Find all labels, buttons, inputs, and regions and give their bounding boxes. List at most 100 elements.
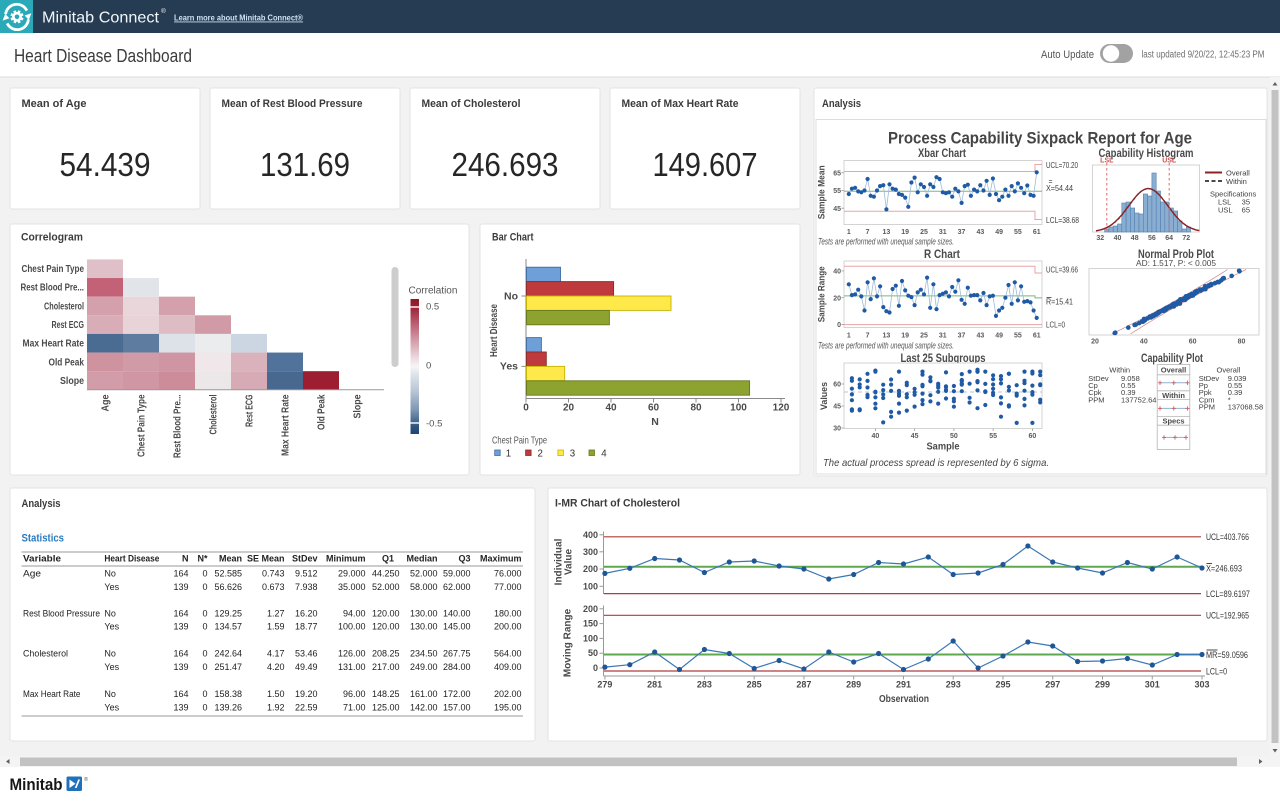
svg-text:299: 299 (1095, 680, 1110, 690)
svg-text:157.00: 157.00 (443, 702, 471, 712)
svg-text:53.46: 53.46 (295, 649, 318, 659)
svg-text:Yes: Yes (104, 662, 119, 672)
svg-text:200: 200 (583, 604, 598, 614)
svg-text:Bar Chart: Bar Chart (492, 232, 534, 244)
svg-text:Old Peak: Old Peak (317, 394, 328, 430)
svg-text:56.626: 56.626 (214, 582, 242, 592)
svg-text:I-MR Chart of Cholesterol: I-MR Chart of Cholesterol (555, 498, 680, 510)
svg-text:N*: N* (197, 554, 207, 564)
svg-text:72: 72 (1182, 235, 1190, 242)
svg-text:50: 50 (950, 433, 958, 440)
svg-text:0: 0 (837, 322, 841, 329)
svg-text:45: 45 (833, 206, 841, 213)
svg-text:131.00: 131.00 (338, 662, 366, 672)
svg-text:Old Peak: Old Peak (49, 357, 85, 368)
svg-text:16.20: 16.20 (295, 608, 318, 618)
svg-text:54.439: 54.439 (60, 146, 151, 183)
svg-text:1.92: 1.92 (267, 702, 285, 712)
svg-text:31: 31 (939, 332, 947, 339)
svg-text:195.00: 195.00 (494, 702, 522, 712)
svg-text:Mean of Age: Mean of Age (22, 98, 87, 110)
svg-text:7: 7 (866, 332, 870, 339)
svg-text:164: 164 (173, 689, 188, 699)
svg-text:43: 43 (976, 229, 984, 236)
svg-text:0.743: 0.743 (262, 568, 285, 578)
svg-text:No: No (504, 290, 518, 302)
svg-text:44.250: 44.250 (372, 568, 400, 578)
svg-text:289: 289 (846, 680, 861, 690)
svg-text:Heart Disease: Heart Disease (488, 304, 500, 357)
svg-text:Learn more about Minitab Conne: Learn more about Minitab Connect® (174, 13, 304, 23)
svg-text:3: 3 (570, 449, 575, 460)
svg-text:Rest ECG: Rest ECG (245, 394, 256, 427)
svg-text:29.000: 29.000 (338, 568, 366, 578)
svg-text:Max Heart Rate: Max Heart Rate (281, 394, 292, 456)
svg-text:59.000: 59.000 (443, 568, 471, 578)
svg-text:Minitab Connect: Minitab Connect (42, 10, 160, 27)
svg-text:Slope: Slope (353, 394, 364, 418)
svg-text:Within: Within (1226, 177, 1247, 186)
svg-text:Minimum: Minimum (326, 554, 366, 564)
svg-text:58.000: 58.000 (410, 582, 438, 592)
svg-text:19: 19 (901, 332, 909, 339)
svg-text:77.000: 77.000 (494, 582, 522, 592)
svg-text:37: 37 (958, 229, 966, 236)
svg-text:164: 164 (173, 649, 188, 659)
svg-text:Chest Pain Type: Chest Pain Type (492, 435, 547, 447)
svg-text:293: 293 (946, 680, 961, 690)
svg-text:Yes: Yes (104, 582, 119, 592)
svg-text:49: 49 (995, 332, 1003, 339)
svg-text:80: 80 (690, 403, 702, 414)
svg-text:287: 287 (796, 680, 811, 690)
svg-text:=: = (1049, 179, 1053, 186)
svg-text:100: 100 (730, 403, 747, 414)
svg-text:1: 1 (847, 229, 851, 236)
svg-text:UCL=403.766: UCL=403.766 (1206, 532, 1249, 542)
svg-text:139: 139 (173, 582, 188, 592)
svg-text:409.00: 409.00 (494, 662, 522, 672)
svg-text:®: ® (84, 776, 88, 783)
svg-text:0: 0 (202, 662, 207, 672)
svg-text:148.25: 148.25 (372, 689, 400, 699)
svg-text:130.00: 130.00 (410, 608, 438, 618)
svg-text:Mean of Cholesterol: Mean of Cholesterol (422, 98, 521, 110)
svg-text:Age: Age (101, 394, 112, 411)
svg-text:Correlation: Correlation (409, 286, 458, 297)
svg-text:65: 65 (1242, 206, 1250, 215)
svg-text:13: 13 (882, 229, 890, 236)
svg-text:Slope: Slope (60, 376, 84, 387)
svg-text:283: 283 (697, 680, 712, 690)
svg-text:20: 20 (563, 403, 575, 414)
svg-text:246.693: 246.693 (452, 146, 559, 183)
svg-text:0: 0 (426, 361, 431, 372)
svg-text:71.00: 71.00 (343, 702, 366, 712)
svg-text:No: No (104, 608, 116, 618)
svg-text:200.00: 200.00 (494, 622, 522, 632)
svg-text:139: 139 (173, 702, 188, 712)
svg-text:SE Mean: SE Mean (247, 554, 285, 564)
svg-text:140.00: 140.00 (443, 608, 471, 618)
svg-text:139.26: 139.26 (214, 702, 242, 712)
svg-text:Q1: Q1 (382, 554, 394, 564)
svg-text:0: 0 (593, 663, 598, 673)
svg-text:25: 25 (920, 229, 928, 236)
svg-text:LSL: LSL (1100, 157, 1114, 164)
svg-text:Analysis: Analysis (822, 98, 861, 110)
svg-text:19: 19 (901, 229, 909, 236)
svg-text:134.57: 134.57 (214, 622, 242, 632)
svg-text:158.38: 158.38 (214, 689, 242, 699)
svg-text:55: 55 (1014, 332, 1022, 339)
svg-text:R Chart: R Chart (924, 249, 960, 261)
svg-text:150: 150 (583, 619, 598, 629)
svg-text:22.59: 22.59 (295, 702, 318, 712)
svg-text:Within: Within (1162, 391, 1185, 400)
svg-text:130.00: 130.00 (410, 622, 438, 632)
svg-text:202.00: 202.00 (494, 689, 522, 699)
svg-text:Q3: Q3 (458, 554, 470, 564)
svg-text:Variable: Variable (23, 554, 61, 564)
svg-text:No: No (104, 649, 116, 659)
svg-text:49: 49 (995, 229, 1003, 236)
svg-text:76.000: 76.000 (494, 568, 522, 578)
svg-text:284.00: 284.00 (443, 662, 471, 672)
svg-text:64: 64 (1165, 235, 1173, 242)
